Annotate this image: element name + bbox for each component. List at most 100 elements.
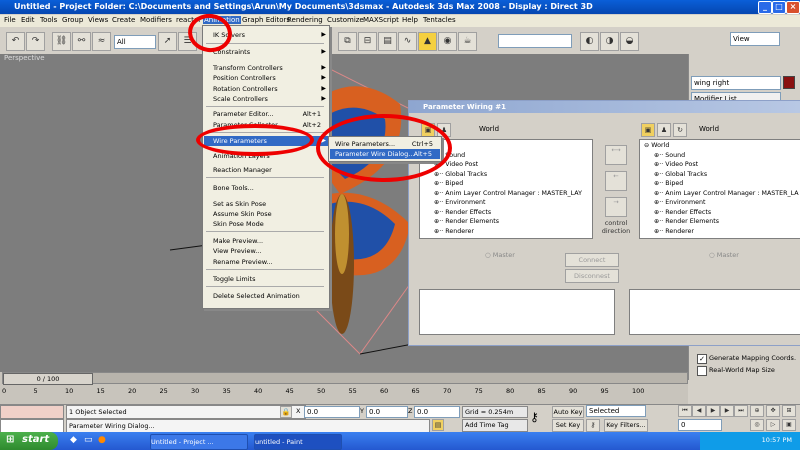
menu-maxscript[interactable]: MAXScript	[363, 16, 399, 24]
tree-expand-icon[interactable]: ⊕··	[434, 228, 445, 235]
z-coordinate-field[interactable]: 0.0	[414, 406, 460, 418]
close-button[interactable]: ×	[786, 1, 800, 14]
link-icon[interactable]: ⛓	[52, 32, 71, 51]
menu-item-rotation-controllers[interactable]: Rotation Controllers ▶	[203, 85, 329, 94]
align-icon[interactable]: ⊟	[358, 32, 377, 51]
viewport-label[interactable]: Perspective	[4, 54, 45, 62]
bind-spacewarp-icon[interactable]: ≈	[92, 32, 111, 51]
menu-item-view-preview[interactable]: View Preview...	[203, 247, 329, 256]
go-to-end-icon[interactable]: ⏭	[734, 405, 748, 417]
next-frame-icon[interactable]: ▶	[720, 405, 734, 417]
select-object-icon[interactable]: ➚	[158, 32, 177, 51]
time-slider-track[interactable]: 0 / 100	[2, 372, 688, 385]
master-left-radio[interactable]: ○ Master	[485, 251, 515, 259]
named-selection-dropdown[interactable]	[498, 34, 572, 48]
tree-item[interactable]: ⊕·· Environment	[654, 199, 706, 206]
menu-item-scale-controllers[interactable]: Scale Controllers ▶	[203, 95, 329, 104]
tree-item[interactable]: ⊕·· Sound	[654, 152, 685, 159]
right-refresh-icon[interactable]: ↻	[673, 123, 687, 137]
minimize-button[interactable]: _	[758, 1, 772, 14]
object-name-field[interactable]: wing right	[691, 76, 781, 90]
tree-item[interactable]: ⊕·· Biped	[654, 180, 683, 187]
menu-item-parameter-editor[interactable]: Parameter Editor... Alt+1	[203, 110, 329, 119]
right-find-icon[interactable]: ▣	[641, 123, 655, 137]
zoom-icon[interactable]: ⊕	[750, 405, 764, 417]
view-dropdown[interactable]: View	[730, 32, 780, 46]
menu-graph-editors[interactable]: Graph Editors	[242, 16, 290, 24]
key-mode-dropdown[interactable]: Selected	[586, 405, 646, 417]
tree-expand-icon[interactable]: ⊕··	[654, 171, 665, 178]
lock-selection-icon[interactable]: 🔒	[280, 406, 292, 418]
add-time-tag-button[interactable]: Add Time Tag	[462, 419, 528, 432]
tree-item[interactable]: ⊖ World	[644, 142, 669, 149]
render-frame-icon[interactable]: ◒	[620, 32, 639, 51]
set-key-button[interactable]: Set Key	[552, 419, 584, 432]
object-color-swatch[interactable]	[783, 76, 795, 89]
desktop-icon[interactable]: ▭	[84, 435, 93, 445]
menu-item-transform-controllers[interactable]: Transform Controllers ▶	[203, 64, 329, 73]
tree-item[interactable]: ⊕·· Global Tracks	[654, 171, 707, 178]
tree-item[interactable]: ⊕·· Render Effects	[434, 209, 491, 216]
menu-views[interactable]: Views	[88, 16, 108, 24]
render-icon[interactable]: ◐	[580, 32, 599, 51]
redo-icon[interactable]: ↷	[26, 32, 45, 51]
menu-rendering[interactable]: Rendering	[287, 16, 323, 24]
tree-expand-icon[interactable]: ⊕··	[434, 209, 445, 216]
play-icon[interactable]: ▶	[706, 405, 720, 417]
menu-modifiers[interactable]: Modifiers	[140, 16, 172, 24]
tree-expand-icon[interactable]: ⊕··	[654, 190, 665, 197]
tree-item[interactable]: ⊕·· Environment	[434, 199, 486, 206]
firefox-icon[interactable]: ●	[98, 435, 106, 445]
menu-item-reaction-manager[interactable]: Reaction Manager	[203, 166, 329, 175]
tree-item[interactable]: ⊕·· Biped	[434, 180, 463, 187]
y-coordinate-field[interactable]: 0.0	[366, 406, 408, 418]
real-world-checkbox[interactable]	[697, 366, 707, 376]
right-track-icon[interactable]: ♟	[657, 123, 671, 137]
quick-launch-icon[interactable]: ◆	[70, 435, 77, 445]
start-button[interactable]: ⊞ start	[0, 432, 58, 450]
tree-expand-icon[interactable]: ⊕··	[434, 180, 445, 187]
tree-item[interactable]: ⊕·· Render Effects	[654, 209, 711, 216]
menu-item-set-as-skin-pose[interactable]: Set as Skin Pose	[203, 200, 329, 209]
current-frame-field[interactable]: 0	[678, 419, 722, 431]
tree-item[interactable]: ⊕·· Anim Layer Control Manager : MASTER_…	[654, 190, 799, 197]
maxscript-input-mini[interactable]	[0, 419, 64, 433]
tree-expand-icon[interactable]: ⊕··	[654, 209, 665, 216]
unlink-icon[interactable]: ⚯	[72, 32, 91, 51]
x-coordinate-field[interactable]: 0.0	[304, 406, 360, 418]
tree-expand-icon[interactable]: ⊕··	[654, 218, 665, 225]
tree-item[interactable]: ⊕·· Renderer	[654, 228, 694, 235]
time-tag-icon[interactable]: ▤	[432, 419, 444, 431]
maximize-viewport-icon[interactable]: ▣	[782, 419, 796, 431]
menu-help[interactable]: Help	[402, 16, 418, 24]
generate-mapping-checkbox[interactable]: ✓	[697, 354, 707, 364]
menu-customize[interactable]: Customize	[327, 16, 364, 24]
orbit-icon[interactable]: ◎	[750, 419, 764, 431]
tree-expand-icon[interactable]: ⊕··	[654, 152, 665, 159]
tree-expand-icon[interactable]: ⊕··	[654, 199, 665, 206]
undo-icon[interactable]: ↶	[6, 32, 25, 51]
master-right-radio[interactable]: ○ Master	[709, 251, 739, 259]
mirror-icon[interactable]: ⧉	[338, 32, 357, 51]
key-icon[interactable]: ⚷	[530, 410, 539, 424]
menu-item-bone-tools[interactable]: Bone Tools...	[203, 184, 329, 193]
right-tree[interactable]: ⊖ World ⊕·· Sound ⊕·· Video Post ⊕·· Global…	[639, 139, 800, 239]
tree-item[interactable]: ⊕·· Renderer	[434, 228, 474, 235]
menu-item-position-controllers[interactable]: Position Controllers ▶	[203, 74, 329, 83]
menu-item-skin-pose-mode[interactable]: Skin Pose Mode	[203, 220, 329, 229]
render-setup-icon[interactable]: ☕	[458, 32, 477, 51]
menu-file[interactable]: File	[4, 16, 16, 24]
quick-render-icon[interactable]: ◑	[600, 32, 619, 51]
maximize-button[interactable]: □	[772, 1, 786, 14]
tree-expand-icon[interactable]: ⊕··	[434, 171, 445, 178]
go-to-start-icon[interactable]: ⏮	[678, 405, 692, 417]
pan-icon[interactable]: ✥	[766, 405, 780, 417]
tree-expand-icon[interactable]: ⊕··	[654, 180, 665, 187]
selection-filter-dropdown[interactable]: All	[114, 35, 156, 49]
layer-icon[interactable]: ▤	[378, 32, 397, 51]
dialog-titlebar[interactable]: Parameter Wiring #1	[409, 101, 800, 113]
connect-button[interactable]: Connect	[565, 253, 619, 267]
menu-edit[interactable]: Edit	[21, 16, 35, 24]
wire-both-ways-button[interactable]: ⟷	[605, 145, 627, 165]
set-key-icon[interactable]: ⚷	[586, 419, 600, 432]
